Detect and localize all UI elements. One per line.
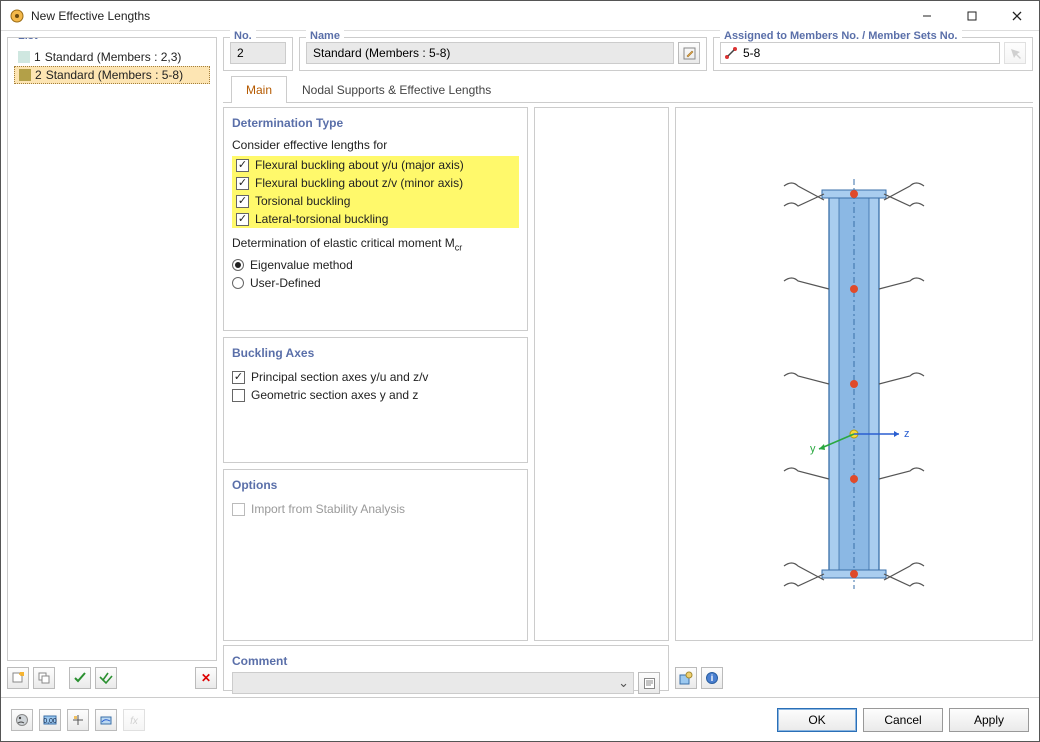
- delete-button[interactable]: ✕: [195, 667, 217, 689]
- number-box: No.: [223, 37, 293, 71]
- checkbox-lateral-torsional[interactable]: [236, 213, 249, 226]
- comment-panel: Comment: [223, 645, 669, 691]
- chk-label: Torsional buckling: [255, 194, 350, 208]
- pick-member-button: [1004, 42, 1026, 64]
- comment-edit-button[interactable]: [638, 672, 660, 694]
- name-box: Name: [299, 37, 707, 71]
- bax-title: Buckling Axes: [232, 346, 519, 360]
- help-button[interactable]: [11, 709, 33, 731]
- app-icon: [9, 8, 25, 24]
- radio-eigenvalue[interactable]: [232, 259, 244, 271]
- maximize-button[interactable]: [949, 1, 994, 30]
- color-swatch: [18, 51, 30, 63]
- tabs: Main Nodal Supports & Effective Lengths: [223, 75, 1033, 103]
- checkbox-flex-yu[interactable]: [236, 159, 249, 172]
- new-button[interactable]: [7, 667, 29, 689]
- svg-text:0,00: 0,00: [43, 718, 57, 725]
- chk-label: Geometric section axes y and z: [251, 388, 418, 402]
- svg-text:z: z: [904, 428, 910, 440]
- comment-title: Comment: [232, 654, 660, 668]
- buckling-axes-panel: Buckling Axes Principal section axes y/u…: [223, 337, 528, 463]
- list-item-num: 2: [35, 68, 42, 82]
- fx2-button[interactable]: [95, 709, 117, 731]
- chk-label: Flexural buckling about y/u (major axis): [255, 158, 464, 172]
- preview-info-button[interactable]: i: [701, 667, 723, 689]
- middle-panel: [534, 107, 669, 641]
- tab-main[interactable]: Main: [231, 76, 287, 103]
- svg-text:i: i: [711, 673, 714, 683]
- edit-name-button[interactable]: [678, 42, 700, 64]
- list-item-label: Standard (Members : 2,3): [45, 50, 182, 64]
- list-item[interactable]: 1 Standard (Members : 2,3): [14, 48, 210, 66]
- checkbox-principal-axes[interactable]: [232, 371, 245, 384]
- titlebar: New Effective Lengths: [1, 1, 1039, 31]
- fx3-button: fx: [123, 709, 145, 731]
- member-icon: [724, 46, 738, 63]
- preview-settings-button[interactable]: [675, 667, 697, 689]
- checkbox-geometric-axes[interactable]: [232, 389, 245, 402]
- chk-label: Principal section axes y/u and z/v: [251, 370, 428, 384]
- svg-text:y: y: [810, 443, 816, 455]
- assigned-input[interactable]: [720, 42, 1000, 64]
- det-title: Determination Type: [232, 116, 519, 130]
- apply-button[interactable]: Apply: [949, 708, 1029, 732]
- radio-label: User-Defined: [250, 276, 321, 290]
- check-single-button[interactable]: [69, 667, 91, 689]
- beam-preview: z y: [724, 134, 984, 614]
- list-item[interactable]: 2 Standard (Members : 5-8): [14, 66, 210, 84]
- color-swatch: [19, 69, 31, 81]
- units-button[interactable]: 0,00: [39, 709, 61, 731]
- checkbox-flex-zv[interactable]: [236, 177, 249, 190]
- no-label: No.: [230, 30, 256, 42]
- preview-panel: z y: [675, 107, 1033, 641]
- chk-label: Import from Stability Analysis: [251, 502, 405, 516]
- footer: 0,00 fx OK Cancel Apply: [1, 697, 1039, 741]
- consider-label: Consider effective lengths for: [232, 138, 519, 152]
- name-input[interactable]: [306, 42, 674, 64]
- radio-user-defined[interactable]: [232, 277, 244, 289]
- list-item-label: Standard (Members : 5-8): [46, 68, 183, 82]
- list-panel: List 1 Standard (Members : 2,3) 2 Standa…: [7, 37, 217, 661]
- list-item-num: 1: [34, 50, 41, 64]
- determination-panel: Determination Type Consider effective le…: [223, 107, 528, 331]
- tab-nodal[interactable]: Nodal Supports & Effective Lengths: [287, 76, 506, 103]
- list-label: List: [14, 37, 42, 42]
- assigned-box: Assigned to Members No. / Member Sets No…: [713, 37, 1033, 71]
- fx1-button[interactable]: [67, 709, 89, 731]
- chk-label: Lateral-torsional buckling: [255, 212, 388, 226]
- radio-label: Eigenvalue method: [250, 258, 353, 272]
- minimize-button[interactable]: [904, 1, 949, 30]
- window-title: New Effective Lengths: [31, 9, 904, 23]
- mcr-label: Determination of elastic critical moment…: [232, 236, 519, 252]
- name-label: Name: [306, 30, 344, 42]
- comment-dropdown[interactable]: [232, 672, 634, 694]
- svg-text:fx: fx: [130, 716, 139, 727]
- checkbox-torsional[interactable]: [236, 195, 249, 208]
- options-panel: Options Import from Stability Analysis: [223, 469, 528, 641]
- ok-button[interactable]: OK: [777, 708, 857, 732]
- opts-title: Options: [232, 478, 519, 492]
- cancel-button[interactable]: Cancel: [863, 708, 943, 732]
- copy-button[interactable]: [33, 667, 55, 689]
- chk-label: Flexural buckling about z/v (minor axis): [255, 176, 463, 190]
- close-button[interactable]: [994, 1, 1039, 30]
- check-all-button[interactable]: [95, 667, 117, 689]
- checkbox-import-stability: [232, 503, 245, 516]
- no-input[interactable]: [230, 42, 286, 64]
- assigned-label: Assigned to Members No. / Member Sets No…: [720, 30, 962, 42]
